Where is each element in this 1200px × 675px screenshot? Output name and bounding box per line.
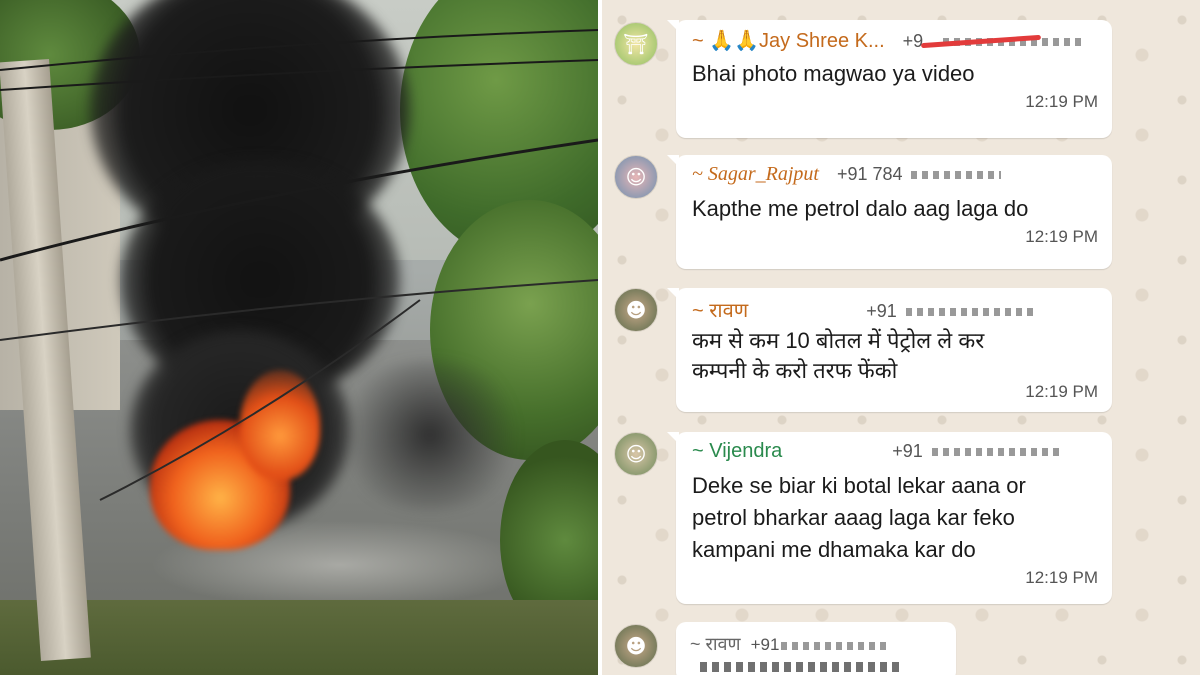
message-bubble-partial: ~ रावण +91 — [676, 622, 956, 675]
person-avatar-icon[interactable]: ☻ — [614, 288, 658, 332]
person-avatar-icon[interactable]: ☺ — [614, 432, 658, 476]
phone-redaction — [780, 642, 891, 650]
message-line: Kapthe me petrol dalo aag laga do — [692, 196, 1029, 221]
cut-off-text — [700, 662, 900, 672]
person-avatar-icon[interactable]: ☻ — [614, 624, 658, 668]
message-bubble: ~ Vijendra +91 Deke se biar ki botal lek… — [667, 432, 1112, 604]
message-line: kampani me dhamaka kar do — [692, 537, 976, 562]
sender-phone: +9 — [902, 31, 1083, 52]
message-bubble: ~ 🙏🙏Jay Shree K... +9 Bhai photo magwao … — [667, 20, 1112, 138]
message-time: 12:19 PM — [1025, 92, 1098, 111]
person-avatar-icon[interactable]: ☺ — [614, 155, 658, 199]
photo-wires — [0, 29, 598, 501]
message-bubble: ~ Sagar_Rajput +91 784 Kapthe me petrol … — [667, 155, 1112, 269]
sender-name[interactable]: ~ रावण — [692, 296, 748, 323]
temple-avatar-icon[interactable]: ⛩ — [614, 22, 658, 66]
phone-redaction — [906, 308, 1037, 316]
sender-name[interactable]: ~ रावण — [690, 632, 741, 656]
message-line: कम से कम 10 बोतल में पेट्रोल ले कर — [692, 328, 985, 353]
sender-phone-text: +91 — [892, 441, 923, 461]
sender-phone: +91 — [750, 635, 891, 655]
sender-phone-text: +9 — [902, 31, 924, 51]
message-line: petrol bharkar aaag laga kar feko — [692, 505, 1015, 530]
chat-screenshot: ⛩ ~ 🙏🙏Jay Shree K... +9 Bhai photo magwa… — [602, 0, 1200, 675]
message-time: 12:19 PM — [1025, 568, 1098, 587]
fire-photo — [0, 0, 598, 675]
sender-name[interactable]: ~ 🙏🙏Jay Shree K... — [692, 28, 885, 53]
sender-phone-text: +91 784 — [836, 164, 903, 184]
message-line: Bhai photo magwao ya video — [692, 61, 975, 86]
message-line: Deke se biar ki botal lekar aana or — [692, 473, 1026, 498]
sender-phone: +91 — [892, 441, 1063, 462]
sender-phone-text: +91 — [866, 301, 897, 321]
sender-phone: +91 — [866, 301, 1037, 322]
sender-phone: +91 784 — [836, 164, 1001, 185]
phone-redaction — [910, 171, 1001, 179]
sender-name[interactable]: ~ Vijendra — [692, 440, 782, 463]
sender-phone-text: +91 — [750, 635, 780, 654]
message-time: 12:19 PM — [1025, 227, 1098, 246]
sender-name[interactable]: ~ Sagar_Rajput — [692, 163, 819, 186]
phone-redaction — [932, 448, 1063, 456]
message-bubble: ~ रावण +91 कम से कम 10 बोतल में पेट्रोल … — [667, 288, 1112, 412]
